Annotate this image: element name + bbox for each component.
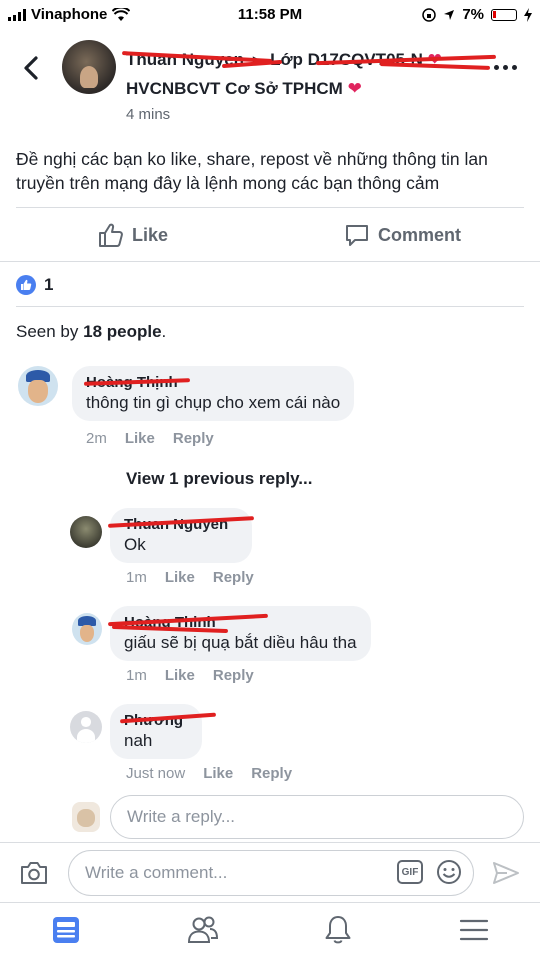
reply-meta: 1m Like Reply [126,569,254,586]
send-icon[interactable] [492,860,520,886]
friends-icon [187,916,219,943]
divider [16,207,524,208]
reply-bubble[interactable]: Thuan Nguyen Ok [110,508,252,563]
gif-icon[interactable]: GIF [397,860,423,884]
reply-text: nah [124,731,153,750]
seen-prefix: Seen by [16,322,84,341]
reply-like-link[interactable]: Like [203,765,233,782]
comment-text: thông tin gì chụp cho xem cái nào [86,393,341,412]
reaction-count: 1 [44,275,54,294]
battery-percent: 7% [462,6,484,23]
reply-reply-link[interactable]: Reply [213,569,254,586]
reply-reply-link[interactable]: Reply [213,667,254,684]
group-name-continued[interactable]: HVCNBCVT Cơ Sở TPHCM [126,79,343,98]
comment-like-link[interactable]: Like [125,430,155,447]
emoji-icon[interactable] [436,859,462,885]
comment-bubble[interactable]: Hoàng Thịnh thông tin gì chụp cho xem cá… [72,366,355,421]
comment-label: Comment [378,224,462,245]
reply-avatar[interactable] [70,711,102,743]
bell-icon [325,916,351,944]
status-bar: Vinaphone 11:58 PM 7% [0,0,540,30]
location-icon [444,9,455,20]
reply-input[interactable]: Write a reply... [110,795,524,839]
post-body: Đề nghị các bạn ko like, share, repost v… [16,149,488,193]
charging-icon [524,7,532,22]
comment-time: 2m [86,430,107,447]
back-chevron-icon[interactable] [18,52,46,84]
thumbs-up-icon [99,223,123,247]
reply-meta: 1m Like Reply [126,667,254,684]
reply-time: 1m [126,569,147,586]
divider [16,306,524,307]
tab-menu[interactable] [456,912,492,948]
reactions-summary[interactable]: 1 [16,275,53,295]
seen-by[interactable]: Seen by 18 people. [16,322,166,342]
comment-placeholder: Write a comment... [85,863,228,882]
reply-text: giấu sẽ bị quạ bắt diều hâu tha [124,633,357,652]
view-previous-replies[interactable]: View 1 previous reply... [126,469,312,489]
comment-button[interactable]: Comment [344,220,461,250]
commenter-avatar[interactable] [18,366,58,406]
lock-rotation-icon [422,7,437,22]
reply-meta: Just now Like Reply [126,765,292,782]
divider [0,261,540,262]
comment-icon [346,225,368,246]
like-label: Like [132,224,169,245]
reply-time: 1m [126,667,147,684]
tab-friends[interactable] [185,912,221,948]
reply-text: Ok [124,535,146,554]
reply-reply-link[interactable]: Reply [251,765,292,782]
reply-like-link[interactable]: Like [165,569,195,586]
group-name-line2[interactable]: HVCNBCVT Cơ Sở TPHCM ❤ [126,79,362,99]
reply-avatar[interactable] [72,613,102,645]
tab-news-feed[interactable] [48,912,84,948]
seen-count: 18 people [83,322,162,341]
menu-icon [459,919,489,941]
battery-icon [491,8,517,21]
tab-notifications[interactable] [320,912,356,948]
heart-emoji-icon: ❤ [347,79,362,98]
reply-bubble[interactable]: Phương nah [110,704,202,759]
reply-avatar[interactable] [70,516,102,548]
news-feed-icon [53,917,79,943]
camera-icon[interactable] [20,860,48,886]
post-timestamp[interactable]: 4 mins [126,106,170,123]
seen-suffix: . [161,322,167,341]
more-dots-icon[interactable] [494,60,524,74]
reply-like-link[interactable]: Like [165,667,195,684]
comment-meta: 2m Like Reply [86,430,214,447]
reply-time: Just now [126,765,186,782]
my-avatar [72,802,100,832]
author-avatar[interactable] [62,40,116,94]
like-badge-icon [16,275,36,295]
like-button[interactable]: Like [98,220,168,250]
comment-reply-link[interactable]: Reply [173,430,214,447]
reply-placeholder: Write a reply... [127,807,236,826]
